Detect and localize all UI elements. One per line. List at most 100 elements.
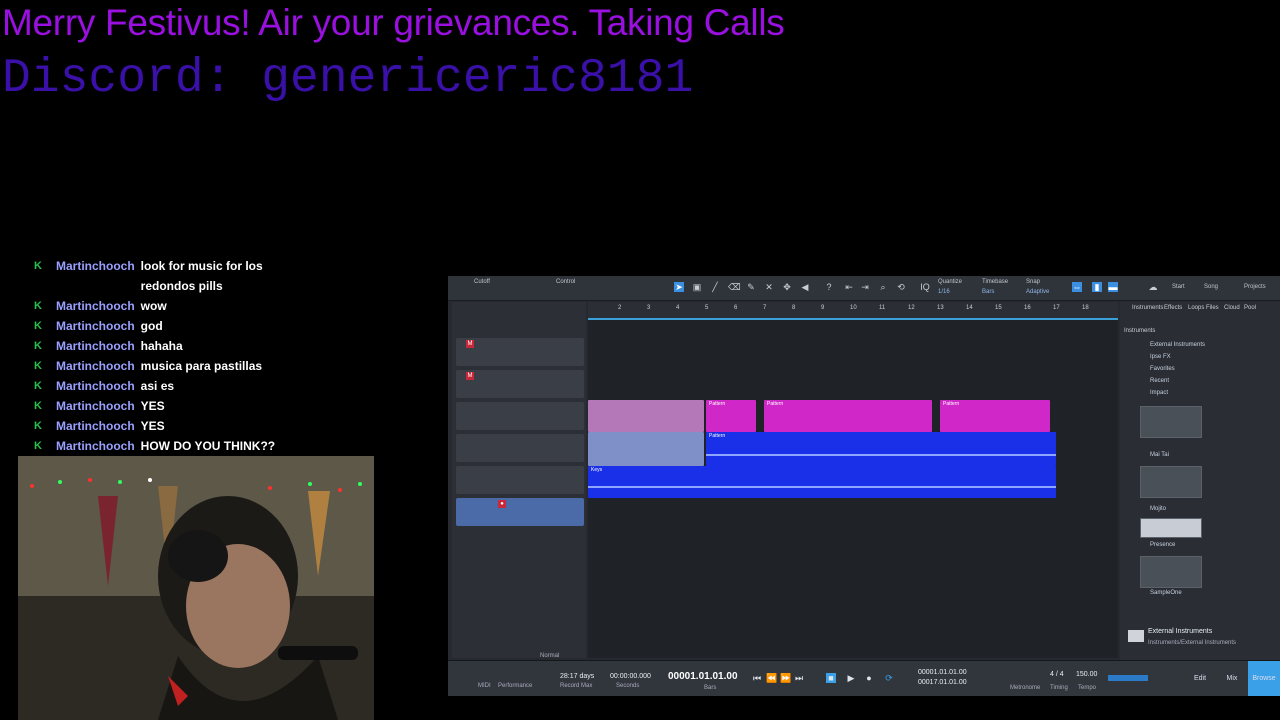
browser-item[interactable]: Recent <box>1150 378 1169 384</box>
record-arm-button[interactable]: ● <box>498 500 506 508</box>
control-label: Control <box>556 279 576 285</box>
browser-item[interactable]: Mai Tai <box>1150 452 1169 458</box>
rewind-start-icon[interactable]: ⏮ <box>752 673 762 683</box>
browser-tab[interactable]: Instruments <box>1132 305 1163 311</box>
pattern-clip[interactable]: Pattern <box>764 400 932 432</box>
clip-label: Pattern <box>767 401 784 407</box>
autoscroll-icon[interactable]: ⟲ <box>896 282 906 292</box>
snap-toggle-icon[interactable]: ⇔ <box>1072 282 1082 292</box>
browse-button[interactable]: Browse <box>1248 661 1280 696</box>
edit-button[interactable]: Edit <box>1184 661 1216 696</box>
kick-badge-icon: K <box>34 340 42 352</box>
mute-button[interactable]: M <box>466 372 474 380</box>
chat-username: Martinchooch <box>56 399 135 413</box>
fast-forward-icon[interactable]: ⏩ <box>780 673 791 683</box>
tempo-value[interactable]: 150.00 <box>1076 671 1097 678</box>
chat-message: K Martinchooch musica para pastillas <box>30 356 350 376</box>
loop-start-value[interactable]: 00001.01.01.00 <box>918 669 967 676</box>
browser-item[interactable]: SampleOne <box>1150 590 1182 596</box>
track-row[interactable] <box>456 402 584 430</box>
split-tool-icon[interactable]: ╱ <box>710 282 720 292</box>
chat-message: K Martinchooch HOW DO YOU THINK?? <box>30 436 350 456</box>
ruler-number: 10 <box>850 305 857 311</box>
record-panel-icon[interactable]: ▮ <box>1092 282 1102 292</box>
browser-item[interactable]: External Instruments <box>1150 342 1205 348</box>
timecode-display[interactable]: 00001.01.01.00 <box>668 671 738 682</box>
ruler-number: 2 <box>618 305 622 311</box>
quantize-icon[interactable]: IQ <box>920 282 930 292</box>
pattern-clip[interactable]: Pattern <box>940 400 1050 432</box>
track-row[interactable] <box>456 434 584 462</box>
quantize-value[interactable]: 1/16 <box>938 289 950 295</box>
chat-username: Martinchooch <box>56 379 135 393</box>
song-button[interactable]: Song <box>1204 284 1218 290</box>
start-button[interactable]: Start <box>1172 284 1185 290</box>
pattern-clip[interactable]: Pattern <box>706 400 756 432</box>
arrange-view[interactable]: 2 3 4 5 6 7 8 9 10 11 12 13 14 15 16 17 … <box>588 302 1118 658</box>
mute-tool-icon[interactable]: ✕ <box>764 282 774 292</box>
ruler-number: 8 <box>792 305 796 311</box>
kick-badge-icon: K <box>34 320 42 332</box>
arrow-tool-icon[interactable]: ➤ <box>674 282 684 292</box>
mix-button[interactable]: Mix <box>1216 661 1248 696</box>
browser-item[interactable]: Impact <box>1150 390 1168 396</box>
nudge-right-icon[interactable]: ⇥ <box>860 282 870 292</box>
chat-text: YES <box>140 399 165 413</box>
browser-tab[interactable]: Loops <box>1188 305 1204 311</box>
eraser-tool-icon[interactable]: ⌫ <box>728 282 741 292</box>
kick-badge-icon: K <box>34 260 42 272</box>
transport-bar: MIDI Performance 28:17 days Record Max 0… <box>448 653 1280 696</box>
help-icon[interactable]: ? <box>824 282 834 292</box>
rewind-icon[interactable]: ⏪ <box>766 673 777 683</box>
browser-tab[interactable]: Cloud <box>1224 305 1240 311</box>
play-icon[interactable]: ▶ <box>846 673 856 683</box>
ruler-number: 12 <box>908 305 915 311</box>
stop-icon[interactable]: ■ <box>826 673 836 683</box>
ruler-number: 3 <box>647 305 651 311</box>
track-row[interactable]: M <box>456 338 584 366</box>
browser-tab[interactable]: Pool <box>1244 305 1256 311</box>
chat-username: Martinchooch <box>56 359 135 373</box>
loop-icon[interactable]: ⟳ <box>884 673 894 683</box>
cloud-icon[interactable]: ☁ <box>1148 282 1158 292</box>
pattern-clip[interactable] <box>588 432 704 466</box>
timeline-ruler[interactable]: 2 3 4 5 6 7 8 9 10 11 12 13 14 15 16 17 … <box>588 302 1118 320</box>
kick-badge-icon: K <box>34 380 42 392</box>
track-row[interactable]: M <box>456 370 584 398</box>
record-icon[interactable]: ● <box>864 673 874 683</box>
browser-item[interactable]: Favorites <box>1150 366 1175 372</box>
browser-item[interactable]: Mojito <box>1150 506 1166 512</box>
zoom-icon[interactable]: ⌕ <box>878 282 888 292</box>
plugin-thumbnail <box>1140 518 1202 538</box>
project-button[interactable]: Projects <box>1244 284 1266 290</box>
end-icon[interactable]: ⏭ <box>794 673 804 683</box>
mute-button[interactable]: M <box>466 340 474 348</box>
kick-badge-icon: K <box>34 440 42 452</box>
time-signature[interactable]: 4 / 4 <box>1050 671 1064 678</box>
timebase-value[interactable]: Bars <box>982 289 994 295</box>
pattern-clip[interactable] <box>588 400 704 432</box>
listen-tool-icon[interactable]: ◀ <box>800 282 810 292</box>
track-row-selected[interactable]: ● <box>456 498 584 526</box>
track-list: M M ● <box>452 302 586 658</box>
nudge-left-icon[interactable]: ⇤ <box>844 282 854 292</box>
track-row[interactable] <box>456 466 584 494</box>
snap-value[interactable]: Adaptive <box>1026 289 1049 295</box>
browser-tab[interactable]: Files <box>1206 305 1219 311</box>
browser-item[interactable]: Ipse FX <box>1150 354 1171 360</box>
bend-tool-icon[interactable]: ✥ <box>782 282 792 292</box>
browser-tab[interactable]: Effects <box>1164 305 1182 311</box>
chat-username: Martinchooch <box>56 299 135 313</box>
tempo-label: Tempo <box>1078 685 1097 691</box>
pattern-clip[interactable]: Pattern <box>706 432 1056 466</box>
loop-end-value[interactable]: 00017.01.01.00 <box>918 679 967 686</box>
browser-item[interactable]: Presence <box>1150 542 1175 548</box>
chat-text: hahaha <box>140 339 183 353</box>
keys-clip[interactable]: Keys <box>588 466 1056 498</box>
browser-footer-sub: Instruments/External Instruments <box>1148 640 1237 646</box>
stream-banner-title: Merry Festivus! Air your grievances. Tak… <box>2 2 785 43</box>
paint-tool-icon[interactable]: ✎ <box>746 282 756 292</box>
range-tool-icon[interactable]: ▣ <box>692 282 702 292</box>
loop-panel-icon[interactable]: ▬ <box>1108 282 1118 292</box>
webcam-feed <box>18 456 374 720</box>
